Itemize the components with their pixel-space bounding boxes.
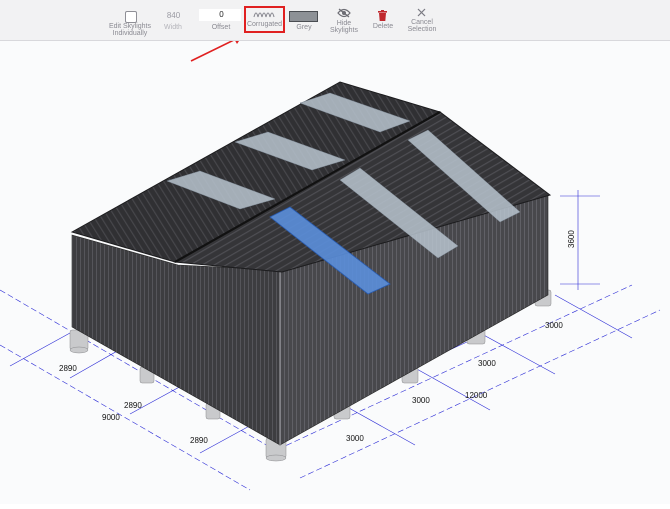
grey-swatch: [289, 11, 318, 22]
close-icon: [417, 8, 426, 17]
trash-icon: [378, 10, 387, 21]
3d-viewport[interactable]: 3600 3000 3000 3000 3000 12000 2890 2890…: [0, 35, 670, 504]
edit-skylights-label-line2: Individually: [112, 30, 148, 37]
dim-bay-right-3: 3000: [412, 396, 430, 405]
edit-skylights-individually-toggle[interactable]: Edit Skylights Individually: [104, 0, 156, 40]
width-label: Width: [164, 24, 182, 31]
cancel-label-line2: Selection: [407, 26, 437, 33]
dim-bay-left-1: 2890: [59, 364, 77, 373]
cancel-selection-button[interactable]: Cancel Selection: [403, 0, 441, 40]
dim-length-total: 12000: [465, 391, 488, 400]
dim-bay-left-2: 2890: [124, 401, 142, 410]
offset-input[interactable]: 0: [199, 9, 241, 21]
dim-bay-right-1: 3000: [545, 321, 563, 330]
checkbox-icon[interactable]: [125, 11, 137, 23]
dim-bay-right-2: 3000: [478, 359, 496, 368]
offset-label: Offset: [211, 24, 231, 31]
highlight-box: [244, 6, 285, 33]
width-input[interactable]: 840: [152, 10, 192, 22]
delete-label: Delete: [372, 23, 394, 30]
building-model[interactable]: 3600 3000 3000 3000 3000 12000 2890 2890…: [0, 35, 670, 504]
skylight-toolbar: Edit Skylights Individually 840 Width 0 …: [0, 0, 670, 41]
annotation-arrow: [190, 35, 243, 62]
dim-height: 3600: [567, 230, 576, 248]
offset-control: 0 Offset: [197, 0, 245, 40]
dim-width-total: 9000: [102, 413, 120, 422]
dim-bay-right-4: 3000: [346, 434, 364, 443]
delete-button[interactable]: Delete: [368, 0, 398, 40]
width-control: 840 Width: [150, 0, 196, 40]
colour-label: Grey: [296, 24, 312, 31]
colour-grey-button[interactable]: Grey: [288, 0, 320, 40]
eye-slash-icon: [337, 8, 351, 18]
hide-skylights-label-line2: Skylights: [329, 27, 358, 34]
hide-skylights-button[interactable]: Hide Skylights: [326, 0, 362, 40]
dim-bay-left-3: 2890: [190, 436, 208, 445]
